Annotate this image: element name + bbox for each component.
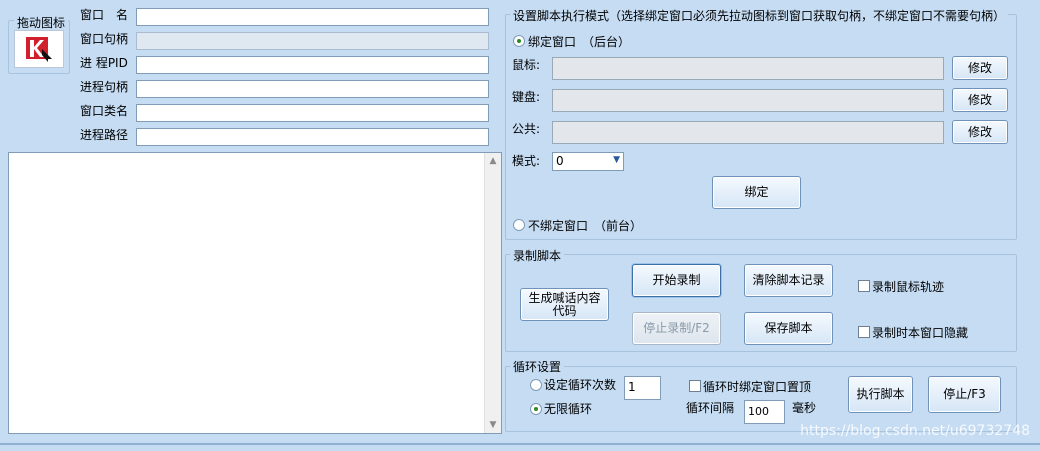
run-script-button[interactable]: 执行脚本	[848, 376, 913, 413]
mouse-modify-button[interactable]: 修改	[952, 56, 1008, 80]
mode-select-value: 0	[556, 154, 564, 168]
ms-label: 毫秒	[792, 401, 817, 415]
topmost-checkbox[interactable]	[689, 380, 701, 392]
bind-window-radio[interactable]	[513, 35, 525, 47]
scroll-up-icon[interactable]: ▲	[485, 153, 501, 169]
keyboard-label: 键盘:	[512, 90, 541, 104]
loop-interval-value: 100	[748, 405, 769, 418]
window-handle-label: 窗口句柄	[80, 32, 129, 46]
generate-code-button[interactable]: 生成喊话内容代码	[520, 288, 609, 321]
script-textarea[interactable]: ▲ ▼	[8, 152, 502, 434]
stop-record-button: 停止录制/F2	[632, 312, 721, 345]
record-mouse-label: 录制鼠标轨迹	[872, 280, 945, 294]
loop-group-title: 循环设置	[510, 358, 565, 375]
window-class-field[interactable]	[136, 104, 489, 122]
mouse-label: 鼠标:	[512, 58, 541, 72]
scroll-down-icon[interactable]: ▼	[485, 417, 501, 433]
process-handle-label: 进程句柄	[80, 80, 129, 94]
hide-window-label: 录制时本窗口隐藏	[872, 326, 969, 340]
textarea-scrollbar[interactable]: ▲ ▼	[484, 153, 501, 433]
window-name-field[interactable]	[136, 8, 489, 26]
loop-count-field[interactable]: 1	[624, 376, 661, 400]
loop-interval-field[interactable]: 100	[744, 400, 785, 424]
loop-count-value: 1	[628, 380, 636, 394]
common-field	[552, 121, 944, 144]
process-pid-field[interactable]	[136, 56, 489, 74]
infinite-loop-radio[interactable]	[530, 403, 542, 415]
chevron-down-icon[interactable]: ▼	[613, 155, 620, 165]
process-handle-field[interactable]	[136, 80, 489, 98]
common-label: 公共:	[512, 122, 541, 136]
process-path-label: 进程路径	[80, 128, 129, 142]
mode-select[interactable]: 0 ▼	[552, 152, 624, 171]
window-class-label: 窗口类名	[80, 104, 129, 118]
common-modify-button[interactable]: 修改	[952, 120, 1008, 144]
set-count-radio[interactable]	[530, 379, 542, 391]
record-group-title: 录制脚本	[510, 247, 565, 264]
drag-target-icon[interactable]	[14, 30, 64, 68]
bind-button[interactable]: 绑定	[712, 176, 801, 209]
mode-group-title: 设置脚本执行模式（选择绑定窗口必须先拉动图标到窗口获取句柄，不绑定窗口不需要句柄…	[510, 7, 1009, 24]
nobind-window-radio[interactable]	[513, 219, 525, 231]
keyboard-modify-button[interactable]: 修改	[952, 88, 1008, 112]
topmost-label: 循环时绑定窗口置顶	[703, 380, 812, 394]
nobind-window-label: 不绑定窗口 （前台）	[528, 219, 643, 233]
hide-window-checkbox[interactable]	[858, 326, 870, 338]
mode-label: 模式:	[512, 154, 541, 168]
process-pid-label: 进 程PID	[80, 56, 128, 70]
stop-script-button[interactable]: 停止/F3	[928, 376, 1001, 413]
drag-icon-label: 拖动图标	[14, 14, 69, 31]
loop-interval-label: 循环间隔	[686, 401, 735, 415]
process-path-field[interactable]	[136, 128, 489, 146]
keyboard-field	[552, 89, 944, 112]
window-handle-field	[136, 32, 489, 50]
bind-window-label: 绑定窗口 （后台）	[528, 35, 631, 49]
infinite-loop-label: 无限循环	[544, 402, 593, 416]
set-count-label: 设定循环次数	[544, 378, 617, 392]
mouse-field	[552, 57, 944, 80]
window-name-label: 窗口 名	[80, 8, 129, 22]
record-mouse-checkbox[interactable]	[858, 280, 870, 292]
kaspersky-logo-icon	[24, 35, 54, 63]
window-bottom-border	[0, 443, 1040, 445]
watermark-text: https://blog.csdn.net/u69732748	[800, 423, 1030, 439]
clear-script-button[interactable]: 清除脚本记录	[744, 264, 833, 297]
start-record-button[interactable]: 开始录制	[632, 264, 721, 297]
save-script-button[interactable]: 保存脚本	[744, 312, 833, 345]
